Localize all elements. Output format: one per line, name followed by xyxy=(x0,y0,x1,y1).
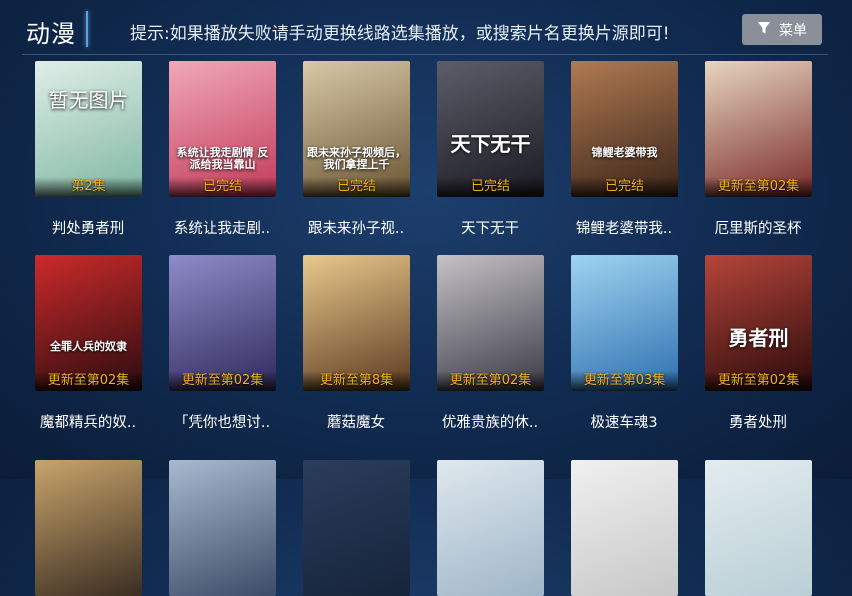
poster-image[interactable] xyxy=(35,460,142,596)
poster-image[interactable]: 跟未来孙子视频后，我们拿捏上千已完结 xyxy=(303,61,410,197)
episode-status: 更新至第02集 xyxy=(449,373,532,388)
poster-image[interactable] xyxy=(437,460,544,596)
episode-status: 更新至第03集 xyxy=(583,373,666,388)
poster-image[interactable] xyxy=(169,460,276,596)
poster-image[interactable]: 天下无干 已完结 xyxy=(437,61,544,197)
episode-status: 更新至第02集 xyxy=(47,373,130,388)
poster-art-text: 全罪人兵的奴隶 xyxy=(50,340,127,353)
episode-status: 更新至第8集 xyxy=(319,373,394,388)
poster-image[interactable]: 更新至第03集 xyxy=(571,255,678,391)
poster-image[interactable] xyxy=(571,460,678,596)
video-title[interactable]: 「凭你也想讨.. xyxy=(155,411,289,432)
episode-status: 已完结 xyxy=(470,179,510,194)
video-title[interactable]: 天下无干 xyxy=(423,217,557,238)
video-title[interactable]: 优雅贵族的休.. xyxy=(423,411,557,432)
video-title[interactable]: 判处勇者刑 xyxy=(21,217,155,238)
poster-image[interactable]: 更新至第02集 xyxy=(169,255,276,391)
video-title[interactable]: 系统让我走剧.. xyxy=(155,217,289,238)
poster-image[interactable]: 更新至第8集 xyxy=(303,255,410,391)
poster-art-text: 暂无图片 xyxy=(48,88,129,112)
episode-status: 已完结 xyxy=(336,179,376,194)
poster-art-text: 天下无干 xyxy=(450,132,531,156)
video-grid: 暂无图片 第2集 判处勇者刑 系统让我走剧情 反派给我当靠山 已完结 系统让我走剧.. 跟未… xyxy=(0,0,852,596)
poster-image[interactable]: 锦鲤老婆带我 已完结 xyxy=(571,61,678,197)
video-title[interactable]: 锦鲤老婆带我.. xyxy=(557,217,691,238)
episode-status: 第2集 xyxy=(71,179,106,194)
poster-image[interactable]: 更新至第02集 xyxy=(437,255,544,391)
video-title[interactable]: 蘑菇魔女 xyxy=(289,411,423,432)
poster-image[interactable]: 勇者刑更新至第02集 xyxy=(705,255,812,391)
video-title[interactable]: 魔都精兵的奴.. xyxy=(21,411,155,432)
poster-image[interactable]: 更新至第02集 xyxy=(705,61,812,197)
video-title[interactable]: 厄里斯的圣杯 xyxy=(691,217,825,238)
episode-status: 更新至第02集 xyxy=(717,373,800,388)
episode-status: 已完结 xyxy=(604,179,644,194)
poster-image[interactable]: 系统让我走剧情 反派给我当靠山已完结 xyxy=(169,61,276,197)
poster-image[interactable]: 暂无图片第2集 xyxy=(35,61,142,197)
video-title[interactable]: 极速车魂3 xyxy=(557,411,691,432)
episode-status: 更新至第02集 xyxy=(717,179,800,194)
episode-status: 已完结 xyxy=(202,179,242,194)
poster-image[interactable] xyxy=(303,460,410,596)
poster-image[interactable] xyxy=(705,460,812,596)
video-title[interactable]: 跟未来孙子视.. xyxy=(289,217,423,238)
poster-art-text: 系统让我走剧情 反派给我当靠山 xyxy=(176,146,269,172)
episode-status: 更新至第02集 xyxy=(181,373,264,388)
poster-art-text: 勇者刑 xyxy=(728,326,789,350)
poster-art-text: 锦鲤老婆带我 xyxy=(591,146,658,159)
poster-image[interactable]: 全罪人兵的奴隶 更新至第02集 xyxy=(35,255,142,391)
poster-art-text: 跟未来孙子视频后，我们拿捏上千 xyxy=(307,146,406,172)
video-title[interactable]: 勇者处刑 xyxy=(691,411,825,432)
